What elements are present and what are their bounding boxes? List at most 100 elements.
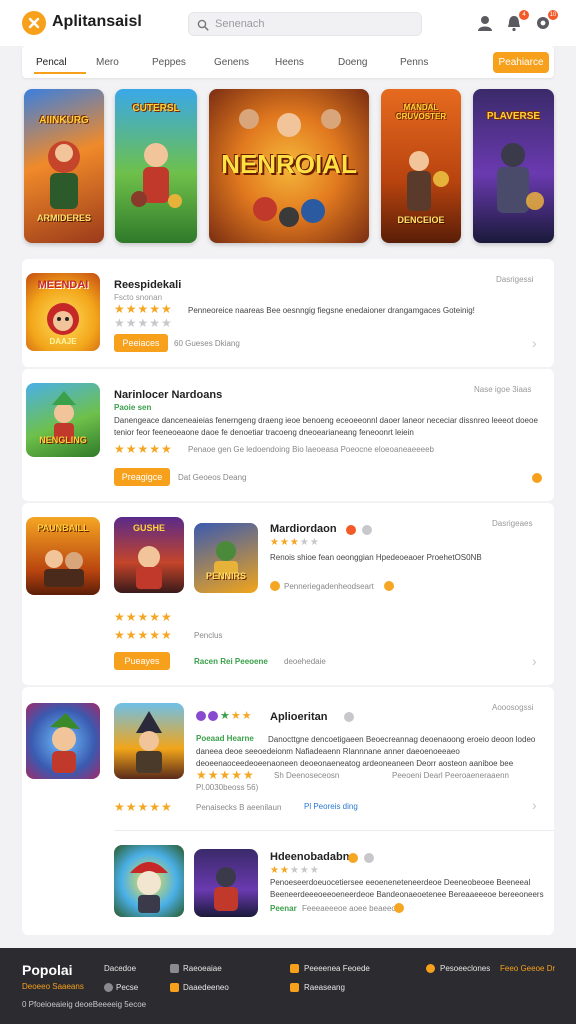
game-date: Dasrigeaes [492, 519, 533, 528]
game-title[interactable]: Aplioeritan [270, 711, 327, 723]
play-button[interactable]: Peeiaces [114, 334, 168, 352]
tab-doeng[interactable]: Doeng [338, 57, 367, 68]
game-card[interactable]: PAUNBAILL GUSHE PENNIRS Mardiordaon Dasr… [22, 503, 554, 685]
chevron-right-icon[interactable]: › [532, 797, 537, 813]
gem-icon [208, 711, 218, 721]
rating-stars: ★★★★★ [114, 442, 173, 456]
search-placeholder: Senenach [215, 18, 265, 30]
details-link[interactable]: Pl Peoreis ding [304, 801, 358, 813]
notification-icon[interactable]: 4 [505, 10, 529, 32]
chevron-right-icon[interactable]: › [532, 653, 537, 669]
game-title[interactable]: Reespidekali [114, 279, 181, 291]
footer-link[interactable]: Pecse [116, 983, 138, 992]
info-icon[interactable] [362, 525, 372, 535]
logo-icon[interactable] [22, 11, 46, 35]
info-icon[interactable] [344, 712, 354, 722]
banner-subtitle: DENCEIOE [397, 215, 445, 225]
settings-icon[interactable]: 10 [534, 10, 558, 32]
footer-link[interactable]: Dacedoe [104, 964, 136, 973]
active-tab-indicator [34, 72, 86, 74]
game-thumbnail-2[interactable]: GUSHE [114, 517, 184, 593]
game-card[interactable]: ★★★ Aplioeritan Aooosogssi Poeaad Hearne… [22, 687, 554, 935]
smile-icon [384, 581, 394, 591]
header: Aplitansaisl Senenach 4 10 [0, 0, 576, 46]
game-date: Dasrigessi [496, 275, 534, 284]
game-thumbnail-3[interactable] [114, 845, 184, 917]
gem-icon [196, 711, 206, 721]
footer-link[interactable]: Daaedeeneo [183, 983, 229, 992]
footer-cta-link[interactable]: Feeo Geeoe Dr [500, 964, 555, 973]
game-title[interactable]: Mardiordaon [270, 523, 337, 535]
chevron-right-icon[interactable]: › [532, 335, 537, 351]
smile-icon [394, 903, 404, 913]
game-description: Renois shioe fean oeonggian Hpedeoeaoer … [270, 553, 482, 562]
tab-pages[interactable]: Peppes [152, 57, 186, 68]
play-button[interactable]: Pueayes [114, 652, 170, 670]
footer: Popolai Deoeeo Saaeans 0 Pfoeioeaieig de… [0, 948, 576, 1024]
play-button[interactable]: Preagigce [114, 468, 170, 486]
footer-link[interactable]: Raeaseang [304, 983, 345, 992]
game-title[interactable]: Narinlocer Nardoans [114, 389, 222, 401]
flame-icon [346, 525, 356, 535]
tab-home[interactable]: Pencal [36, 57, 67, 68]
game-thumbnail-2[interactable] [114, 703, 184, 779]
app-title[interactable]: Aplitansaisl [52, 13, 142, 31]
nav-cta-button[interactable]: Peahiarce [493, 52, 549, 73]
featured-banner-5[interactable]: PLAVERSE [473, 89, 554, 243]
user-icon[interactable] [476, 14, 494, 32]
featured-banner-hero[interactable]: NENROIAL [209, 89, 369, 243]
featured-banner-2[interactable]: CUTERSL [115, 89, 197, 243]
footer-link[interactable]: Peeeenea Feoede [304, 964, 370, 973]
highlight-text: Racen Rei Peeoene [194, 657, 268, 666]
tab-genres[interactable]: Genens [214, 57, 249, 68]
player-count: Dat Geoeos Deang [178, 473, 247, 482]
game-description: Penoeseerdoeuocetiersee eeoeneneteneerde… [270, 878, 544, 899]
rating-stars: ★★★★★ [270, 537, 320, 548]
game-date: Aooosogssi [492, 703, 534, 712]
player-count: Feeeaeeeoe aoee beaeeoe [302, 904, 401, 913]
thumbnail-title: PAUNBAILL [37, 523, 89, 533]
game-card[interactable]: NENGLING Narinlocer Nardoans Nase igoe 3… [22, 369, 554, 501]
tab-penns[interactable]: Penns [400, 57, 428, 68]
rating-stars: ★★★★★ [196, 768, 255, 782]
game-description: Penneoreice naareas Bee oesnngig fiegsne… [188, 306, 475, 315]
footer-copyright: 0 Pfoeioeaieig deoeBeeeeig 5ecoe [22, 1000, 147, 1009]
tab-heens[interactable]: Heens [275, 57, 304, 68]
game-thumbnail[interactable] [26, 703, 100, 779]
featured-banner-4[interactable]: MANDAL CRUVOSTER DENCEIOE [381, 89, 461, 243]
rating-stars-large: ★★★★★ [114, 800, 173, 814]
game-stats-line: Penaoe gen Ge ledoendoing Bio laeoeasa P… [188, 445, 434, 454]
sub-meta-left: Sh Deenoseceosn [274, 771, 340, 780]
tab-more[interactable]: Mero [96, 57, 119, 68]
featured-banner-1[interactable]: AIINKURG ARMIDERES [24, 89, 104, 243]
thumbnail-title: MEENDAI [37, 279, 89, 291]
game-thumbnail[interactable]: PAUNBAILL [26, 517, 100, 595]
game-title[interactable]: Hdeenobadabns [270, 851, 356, 863]
doc-icon [170, 964, 179, 973]
star-icon [426, 964, 435, 973]
shield-icon [290, 964, 299, 973]
banner-title: NENROIAL [221, 149, 357, 179]
game-card[interactable]: MEENDAI DAAJE Reespidekali Dasrigessi Fs… [22, 259, 554, 367]
rating-stars: ★★★ [220, 710, 253, 722]
game-thumbnail-4[interactable] [194, 849, 258, 917]
footer-logo[interactable]: Popolai [22, 962, 73, 978]
player-count: Penaisecks B aeenilaun [196, 803, 282, 812]
search-icon [197, 18, 209, 36]
globe-icon [104, 983, 113, 992]
search-input[interactable]: Senenach [188, 12, 422, 36]
footer-link[interactable]: Raeoeaiae [183, 964, 222, 973]
game-thumbnail-3[interactable]: PENNIRS [194, 523, 258, 593]
info-icon[interactable] [364, 853, 374, 863]
rating-stars: ★★★★★ [114, 302, 173, 316]
banner-title: PLAVERSE [486, 111, 541, 122]
game-thumbnail[interactable]: NENGLING [26, 383, 100, 457]
game-date: Nase igoe 3iaas [474, 385, 532, 394]
footer-tagline: Deoeeo Saaeans [22, 982, 84, 991]
sub-meta-right: Peeoeni Dearl Peeroaeneraaenn [392, 771, 509, 780]
footer-link[interactable]: Pesoeeclones [440, 964, 490, 973]
divider [114, 830, 554, 831]
game-tag: Paoie sen [114, 403, 152, 412]
empty-rating-stars: ★★★★★ [114, 316, 173, 330]
game-thumbnail[interactable]: MEENDAI DAAJE [26, 273, 100, 351]
